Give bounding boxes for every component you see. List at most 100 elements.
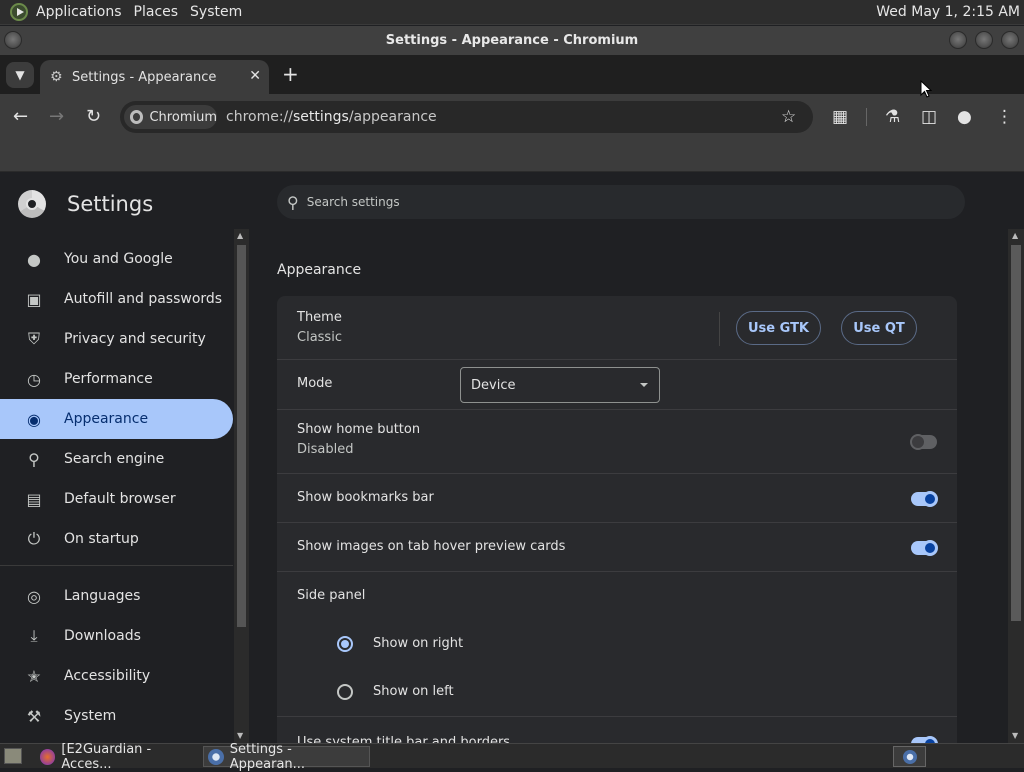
profile-icon[interactable]: ●: [957, 107, 972, 127]
taskbar-item-e2guardian[interactable]: [E2Guardian - Acces...: [36, 742, 200, 772]
palette-icon: ◉: [27, 409, 41, 429]
dropdown-caret-icon: [640, 383, 648, 387]
sidebar-item-label: Default browser: [64, 491, 176, 507]
sidebar-item-label: On startup: [64, 531, 139, 547]
sidebar-item-languages[interactable]: ◎ Languages: [0, 576, 233, 616]
clock[interactable]: Wed May 1, 2:15 AM: [876, 4, 1020, 20]
taskbar: [E2Guardian - Acces... Settings - Appear…: [0, 742, 1024, 772]
firefox-icon: [40, 748, 56, 765]
show-desktop-icon[interactable]: [4, 748, 22, 764]
forward-icon[interactable]: →: [49, 106, 64, 127]
bookmarks-bar-row[interactable]: Show bookmarks bar: [277, 474, 957, 523]
title-bar-row[interactable]: Use system title bar and borders: [277, 717, 957, 743]
sidebar-item-performance[interactable]: ◷ Performance: [0, 359, 233, 399]
scrollbar-thumb[interactable]: [237, 245, 246, 627]
show-on-left-radio[interactable]: [337, 684, 353, 700]
taskbar-item-settings[interactable]: Settings - Appearan...: [203, 742, 370, 772]
window-titlebar[interactable]: Settings - Appearance - Chromium: [0, 26, 1024, 55]
maximize-button[interactable]: [975, 31, 993, 49]
vertical-divider: [719, 312, 720, 346]
tab-hover-row[interactable]: Show images on tab hover preview cards: [277, 523, 957, 572]
sidebar-item-label: Autofill and passwords: [64, 291, 223, 307]
theme-label: Theme: [297, 310, 342, 325]
tab-hover-toggle[interactable]: [911, 540, 938, 556]
show-on-right-radio[interactable]: [337, 636, 353, 652]
section-title: Appearance: [277, 262, 362, 278]
use-gtk-button[interactable]: Use GTK: [736, 311, 821, 345]
sidebar-item-system[interactable]: ⚒ System: [0, 696, 233, 736]
system-menu[interactable]: System: [184, 4, 248, 20]
back-icon[interactable]: ←: [13, 106, 28, 127]
scroll-up-arrow-icon[interactable]: ▲: [1012, 231, 1018, 240]
bookmarks-bar: [0, 140, 1024, 172]
wrench-icon: ⚒: [26, 706, 42, 726]
globe-icon: ◎: [27, 586, 41, 606]
scroll-down-arrow-icon[interactable]: ▼: [1012, 731, 1018, 740]
scrollbar-thumb[interactable]: [1011, 245, 1021, 621]
labs-icon[interactable]: ⚗: [885, 107, 900, 127]
sidebar-item-autofill[interactable]: ▣ Autofill and passwords: [0, 279, 233, 319]
site-info-chip[interactable]: Chromium: [124, 105, 217, 129]
download-icon: ⤓: [30, 626, 38, 645]
minimize-button[interactable]: [949, 31, 967, 49]
sidebar-scrollbar[interactable]: ▲ ▼: [234, 229, 249, 743]
chromium-icon: [130, 110, 144, 124]
theme-value: Classic: [297, 330, 342, 345]
taskbar-item-label: Settings - Appearan...: [229, 741, 306, 772]
bookmarks-bar-toggle[interactable]: [911, 491, 938, 507]
browser-icon: ▤: [26, 489, 42, 509]
address-bar[interactable]: [120, 101, 813, 133]
show-on-left-label[interactable]: Show on left: [373, 684, 454, 699]
home-button-value: Disabled: [297, 442, 354, 457]
appearance-card: Theme Classic Use GTK Use QT Mode Show h…: [277, 296, 957, 743]
sidebar-item-privacy[interactable]: ⛨ Privacy and security: [0, 319, 233, 359]
home-button-toggle[interactable]: [910, 434, 937, 450]
window-menu-button[interactable]: [4, 31, 22, 49]
theme-row: Theme Classic Use GTK Use QT: [277, 296, 957, 360]
top-panel: Applications Places System Wed May 1, 2:…: [0, 0, 1024, 25]
search-input[interactable]: ⚲ Search settings: [277, 185, 965, 219]
sidebar-item-downloads[interactable]: ⤓ Downloads: [0, 616, 233, 656]
settings-page: Settings ⚲ Search settings ● You and Goog…: [0, 172, 1024, 743]
scroll-up-arrow-icon[interactable]: ▲: [237, 231, 243, 240]
home-button-row[interactable]: Show home button Disabled: [277, 410, 957, 474]
url-text[interactable]: chrome://settings/appearance: [226, 109, 437, 125]
side-panel-row: Side panel Show on right Show on left: [277, 572, 957, 717]
sidebar-item-search-engine[interactable]: ⚲ Search engine: [0, 439, 233, 479]
tab-settings[interactable]: ⚙ Settings - Appearance ✕: [40, 60, 269, 94]
sidebar-item-accessibility[interactable]: ✭ Accessibility: [0, 656, 233, 696]
close-tab-icon[interactable]: ✕: [249, 68, 261, 84]
sidebar-item-label: Privacy and security: [64, 331, 206, 347]
menu-icon[interactable]: ⋮: [996, 107, 1013, 127]
sidebar-item-default-browser[interactable]: ▤ Default browser: [0, 479, 233, 519]
accessibility-icon: ✭: [27, 666, 41, 686]
settings-header: Settings: [18, 190, 153, 218]
reload-icon[interactable]: ↻: [86, 106, 101, 127]
toolbar-divider: [866, 108, 867, 126]
places-menu[interactable]: Places: [128, 4, 185, 20]
show-on-right-label[interactable]: Show on right: [373, 636, 463, 651]
gnome-logo-icon[interactable]: [10, 3, 28, 21]
mode-value: Device: [471, 377, 516, 393]
sidebar-divider: [0, 565, 233, 566]
gear-icon: ⚙: [50, 69, 63, 85]
star-icon[interactable]: ☆: [781, 107, 796, 127]
main-scrollbar[interactable]: ▲ ▼: [1008, 229, 1024, 743]
url-path: /appearance: [348, 109, 437, 125]
use-qt-button[interactable]: Use QT: [841, 311, 917, 345]
sidebar-item-on-startup[interactable]: ⏻ On startup: [0, 519, 233, 559]
sidebar-item-appearance[interactable]: ◉ Appearance: [0, 399, 233, 439]
chromium-logo-icon: [18, 190, 46, 218]
tab-search-button[interactable]: ▼: [6, 62, 34, 88]
applications-menu[interactable]: Applications: [30, 4, 128, 20]
close-window-button[interactable]: [1001, 31, 1019, 49]
search-icon: ⚲: [287, 192, 299, 212]
clipboard-icon: ▣: [26, 289, 42, 309]
side-panel-icon[interactable]: ◫: [921, 107, 937, 127]
scroll-down-arrow-icon[interactable]: ▼: [237, 731, 243, 740]
tab-title: Settings - Appearance: [72, 69, 217, 85]
extensions-icon[interactable]: ▦: [832, 107, 848, 127]
new-tab-button[interactable]: +: [282, 62, 299, 86]
sidebar-item-you-and-google[interactable]: ● You and Google: [0, 239, 233, 279]
mode-select[interactable]: Device: [460, 367, 660, 403]
